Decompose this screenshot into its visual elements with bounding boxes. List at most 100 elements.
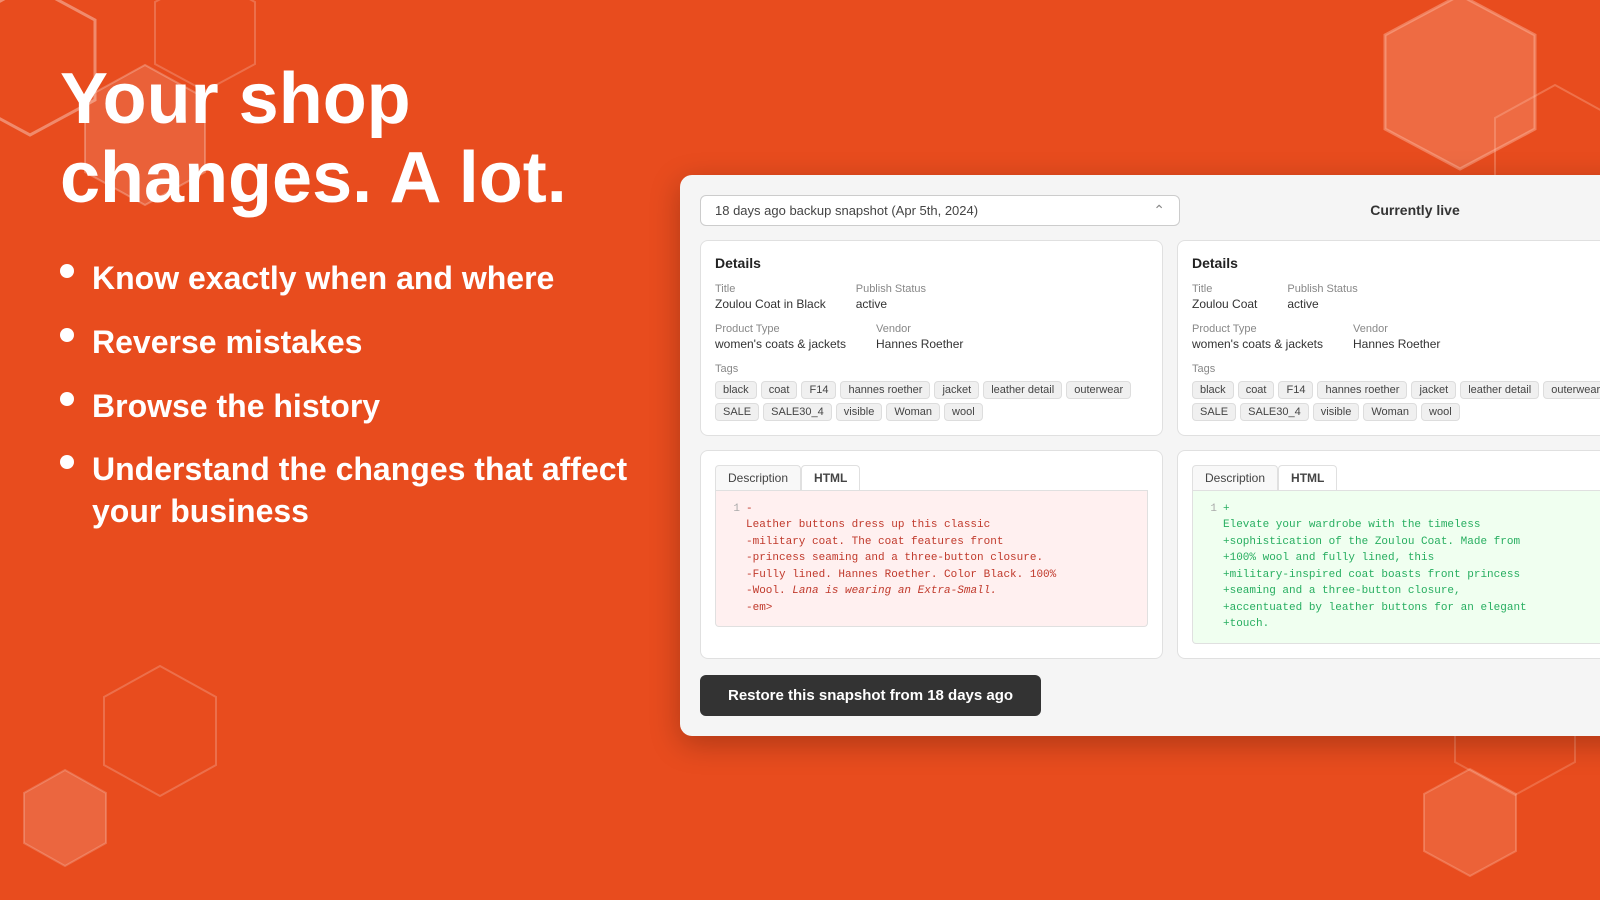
code-line: +100% wool and fully lined, this (1203, 550, 1600, 567)
tag-item: F14 (801, 381, 836, 399)
left-desc-tabs: Description HTML (715, 465, 1148, 491)
right-tab-description[interactable]: Description (1192, 465, 1278, 490)
bullet-text-1: Know exactly when and where (92, 258, 554, 300)
bullet-item-3: Browse the history (60, 386, 680, 428)
right-type-value: women's coats & jackets (1192, 337, 1323, 351)
tag-item: hannes roether (840, 381, 930, 399)
bullet-dot-3 (60, 392, 74, 406)
right-vendor-group: Vendor Hannes Roether (1353, 323, 1440, 351)
bullet-dot-4 (60, 455, 74, 469)
right-publish-label: Publish Status (1287, 283, 1357, 295)
feature-list: Know exactly when and where Reverse mist… (60, 258, 680, 554)
right-title-row: Title Zoulou Coat Publish Status active (1192, 283, 1600, 311)
code-line: -Fully lined. Hannes Roether. Color Blac… (726, 567, 1137, 584)
right-tags-label: Tags (1192, 363, 1600, 375)
left-tags-label: Tags (715, 363, 1148, 375)
tag-item: black (715, 381, 757, 399)
page-title: Your shop changes. A lot. (60, 30, 680, 218)
tag-item: outerwear (1543, 381, 1600, 399)
tag-item: jacket (1411, 381, 1456, 399)
left-code-block: 1-Leather buttons dress up this classic-… (715, 491, 1148, 628)
tag-item: SALE30_4 (1240, 403, 1309, 421)
code-line: +military-inspired coat boasts front pri… (1203, 567, 1600, 584)
code-line: 1-Leather buttons dress up this classic (726, 501, 1137, 534)
details-row: Details Title Zoulou Coat in Black Publi… (700, 240, 1600, 436)
code-line: +touch. (1203, 616, 1600, 633)
left-type-row: Product Type women's coats & jackets Ven… (715, 323, 1148, 351)
code-line: -military coat. The coat features front (726, 534, 1137, 551)
left-title-row: Title Zoulou Coat in Black Publish Statu… (715, 283, 1148, 311)
tag-item: black (1192, 381, 1234, 399)
bullet-dot-1 (60, 264, 74, 278)
right-desc-tabs: Description HTML (1192, 465, 1600, 491)
right-publish-value: active (1287, 297, 1357, 311)
left-type-value: women's coats & jackets (715, 337, 846, 351)
right-type-group: Product Type women's coats & jackets (1192, 323, 1323, 351)
bullet-item-2: Reverse mistakes (60, 322, 680, 364)
tag-item: coat (761, 381, 798, 399)
right-tags-row: blackcoatF14hannes roetherjacketleather … (1192, 381, 1600, 421)
left-column: Your shop changes. A lot. Know exactly w… (60, 0, 680, 900)
live-label: Currently live (1190, 202, 1600, 218)
comparison-panel: 18 days ago backup snapshot (Apr 5th, 20… (680, 175, 1600, 736)
restore-btn-wrap: Restore this snapshot from 18 days ago (700, 675, 1600, 716)
right-detail-panel: Details Title Zoulou Coat Publish Status… (1177, 240, 1600, 436)
panel-header: 18 days ago backup snapshot (Apr 5th, 20… (700, 195, 1600, 226)
left-type-group: Product Type women's coats & jackets (715, 323, 846, 351)
left-type-label: Product Type (715, 323, 846, 335)
tag-item: Woman (886, 403, 940, 421)
right-vendor-value: Hannes Roether (1353, 337, 1440, 351)
left-tab-html[interactable]: HTML (801, 465, 860, 490)
right-publish-group: Publish Status active (1287, 283, 1357, 311)
code-line: +sophistication of the Zoulou Coat. Made… (1203, 534, 1600, 551)
right-tab-html[interactable]: HTML (1278, 465, 1337, 490)
right-title-value: Zoulou Coat (1192, 297, 1257, 311)
bullet-item-1: Know exactly when and where (60, 258, 680, 300)
tag-item: visible (1313, 403, 1360, 421)
tag-item: SALE (715, 403, 759, 421)
right-type-row: Product Type women's coats & jackets Ven… (1192, 323, 1600, 351)
tag-item: Woman (1363, 403, 1417, 421)
right-tags-section: Tags blackcoatF14hannes roetherjacketlea… (1192, 363, 1600, 421)
bullet-text-4: Understand the changes that affect your … (92, 449, 680, 532)
tag-item: wool (1421, 403, 1460, 421)
left-title-group: Title Zoulou Coat in Black (715, 283, 826, 311)
tag-item: leather detail (983, 381, 1062, 399)
code-line: -Wool. Lana is wearing an Extra-Small. (726, 583, 1137, 600)
tag-item: wool (944, 403, 983, 421)
code-line: +seaming and a three-button closure, (1203, 583, 1600, 600)
chevron-icon: ⌃ (1153, 202, 1165, 219)
tag-item: SALE30_4 (763, 403, 832, 421)
left-vendor-group: Vendor Hannes Roether (876, 323, 963, 351)
right-desc-panel: Description HTML 1+Elevate your wardrobe… (1177, 450, 1600, 659)
bullet-text-3: Browse the history (92, 386, 380, 428)
left-vendor-label: Vendor (876, 323, 963, 335)
right-title-label: Title (1192, 283, 1257, 295)
bullet-item-4: Understand the changes that affect your … (60, 449, 680, 532)
left-detail-panel: Details Title Zoulou Coat in Black Publi… (700, 240, 1163, 436)
restore-button[interactable]: Restore this snapshot from 18 days ago (700, 675, 1041, 716)
left-tags-section: Tags blackcoatF14hannes roetherjacketlea… (715, 363, 1148, 421)
right-code-block: 1+Elevate your wardrobe with the timeles… (1192, 491, 1600, 644)
left-desc-panel: Description HTML 1-Leather buttons dress… (700, 450, 1163, 659)
left-title-value: Zoulou Coat in Black (715, 297, 826, 311)
snapshot-selector[interactable]: 18 days ago backup snapshot (Apr 5th, 20… (700, 195, 1180, 226)
right-type-label: Product Type (1192, 323, 1323, 335)
tag-item: visible (836, 403, 883, 421)
code-line: -princess seaming and a three-button clo… (726, 550, 1137, 567)
left-publish-label: Publish Status (856, 283, 926, 295)
tag-item: hannes roether (1317, 381, 1407, 399)
tag-item: leather detail (1460, 381, 1539, 399)
left-publish-group: Publish Status active (856, 283, 926, 311)
tag-item: F14 (1278, 381, 1313, 399)
bullet-text-2: Reverse mistakes (92, 322, 362, 364)
code-line: -em> (726, 600, 1137, 617)
desc-panels-row: Description HTML 1-Leather buttons dress… (700, 450, 1600, 659)
left-title-label: Title (715, 283, 826, 295)
snapshot-selector-text: 18 days ago backup snapshot (Apr 5th, 20… (715, 203, 978, 218)
left-vendor-value: Hannes Roether (876, 337, 963, 351)
tag-item: outerwear (1066, 381, 1131, 399)
right-column: 18 days ago backup snapshot (Apr 5th, 20… (680, 0, 1600, 900)
bullet-dot-2 (60, 328, 74, 342)
left-tab-description[interactable]: Description (715, 465, 801, 490)
